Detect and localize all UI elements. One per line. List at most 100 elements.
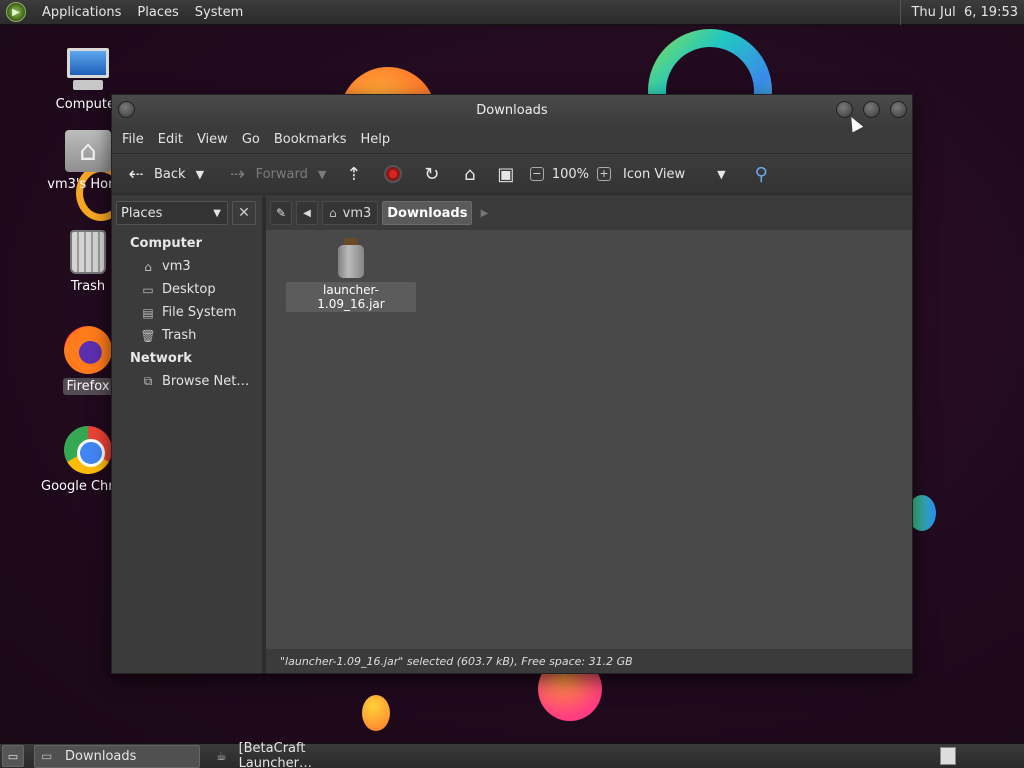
places-heading-computer: Computer	[130, 236, 203, 251]
pencil-icon: ✎	[275, 206, 287, 220]
clock-text: Thu Jul 6, 19:53	[911, 4, 1018, 20]
menu-bookmarks[interactable]: Bookmarks	[267, 132, 354, 147]
menu-file[interactable]: File	[115, 132, 151, 147]
forward-label: Forward	[255, 166, 308, 182]
applications-menu[interactable]: Applications	[34, 5, 129, 20]
clock[interactable]: Thu Jul 6, 19:53	[900, 0, 1024, 25]
chevron-right-icon: ▶	[480, 207, 489, 219]
sidebar-item-label: Desktop	[162, 282, 216, 297]
back-history-dropdown-icon[interactable]: ▼	[196, 168, 210, 181]
task-betacraft[interactable]: ☕ [BetaCraft Launcher…	[210, 741, 376, 768]
wallpaper-orb-small	[362, 695, 390, 731]
maximize-button[interactable]	[863, 101, 880, 118]
computer-icon: ▣	[497, 163, 515, 185]
zoom-out-button[interactable]: −	[522, 159, 552, 189]
zoom-in-button[interactable]: +	[589, 159, 619, 189]
task-downloads[interactable]: ▭ Downloads	[34, 744, 200, 768]
search-button[interactable]: ⚲	[745, 159, 777, 189]
sidebar-item-label: Browse Net…	[162, 374, 250, 389]
file-name: launcher-1.09_16.jar	[286, 282, 416, 312]
chevron-left-icon: ◀	[303, 207, 311, 219]
menu-edit[interactable]: Edit	[151, 132, 190, 147]
view-mode-select[interactable]: Icon View ▼	[619, 159, 735, 189]
show-desktop-button[interactable]: ▭	[2, 745, 24, 767]
places-menu[interactable]: Places	[129, 5, 186, 20]
system-menu[interactable]: System	[187, 5, 251, 20]
jar-file-icon	[336, 238, 366, 278]
stop-icon	[383, 165, 402, 183]
chevron-down-icon: ▼	[213, 207, 221, 219]
menu-view[interactable]: View	[190, 132, 235, 147]
window-menu-button[interactable]	[118, 101, 135, 118]
view-mode-label: Icon View	[623, 166, 686, 182]
desktop-icon: ▭	[7, 749, 19, 763]
sidebar-item-vm3[interactable]: ⌂ vm3	[112, 255, 262, 278]
edit-location-button[interactable]: ✎	[270, 201, 292, 225]
statusbar: "launcher-1.09_16.jar" selected (603.7 k…	[266, 649, 912, 673]
sidebar-item-desktop[interactable]: ▭ Desktop	[112, 278, 262, 301]
reload-icon: ↻	[424, 163, 440, 185]
java-app-icon: ☕	[216, 749, 227, 763]
breadcrumb-vm3[interactable]: ⌂ vm3	[322, 201, 379, 225]
home-folder-icon: ⌂	[329, 206, 337, 220]
task-label: Downloads	[65, 748, 137, 764]
trash-icon	[70, 230, 106, 274]
breadcrumb-downloads[interactable]: Downloads	[382, 201, 473, 225]
forward-button[interactable]: ⇢ Forward ▼	[222, 159, 336, 189]
desktop-icon-label: Firefox	[63, 378, 113, 395]
sidebar-selector-label: Places	[121, 205, 163, 221]
search-icon: ⚲	[754, 163, 768, 185]
stop-button[interactable]	[370, 159, 416, 189]
menu-go[interactable]: Go	[235, 132, 267, 147]
computer-button[interactable]: ▣	[490, 159, 522, 189]
path-scroll-right-button[interactable]: ▶	[476, 201, 492, 225]
chevron-down-icon: ▼	[717, 167, 726, 181]
sidebar-item-trash[interactable]: 🗑 Trash	[112, 324, 262, 347]
window-title: Downloads	[476, 102, 548, 118]
sidebar-selector[interactable]: Places ▼	[116, 201, 228, 225]
reload-button[interactable]: ↻	[416, 159, 448, 189]
up-arrow-icon: ⇡	[346, 163, 362, 185]
task-label: [BetaCraft Launcher…	[238, 741, 312, 768]
back-label: Back	[154, 166, 186, 182]
path-scroll-left-button[interactable]: ◀	[296, 201, 318, 225]
applications-logo-icon[interactable]: ▶	[6, 2, 26, 22]
network-icon: ⧉	[143, 374, 153, 388]
toolbar: ⇠ Back ▼ ⇢ Forward ▼ ⇡ ↻ ⌂ ▣ − 100% + Ic…	[112, 153, 912, 195]
sidebar-item-label: vm3	[162, 259, 191, 274]
sidebar: Places ▼ ✕ Computer ⌂ vm3 ▭ Desktop ▤ Fi…	[112, 196, 262, 673]
menu-help[interactable]: Help	[353, 132, 397, 147]
trash-icon: 🗑	[140, 328, 156, 343]
sidebar-item-browse-network[interactable]: ⧉ Browse Net…	[112, 370, 262, 393]
desktop-folder-icon: ▭	[142, 282, 154, 297]
home-folder-icon	[65, 130, 111, 172]
close-button[interactable]	[890, 101, 907, 118]
workspace-switcher[interactable]	[940, 747, 956, 765]
chrome-icon	[64, 426, 112, 474]
window-titlebar[interactable]: Downloads	[112, 95, 912, 125]
file-item[interactable]: launcher-1.09_16.jar	[286, 238, 416, 312]
menubar: File Edit View Go Bookmarks Help	[112, 125, 912, 153]
close-icon: ✕	[238, 205, 250, 221]
drive-icon: ▤	[142, 305, 154, 320]
zoom-in-icon: +	[597, 167, 612, 181]
back-button[interactable]: ⇠ Back ▼	[120, 159, 214, 189]
computer-icon	[65, 46, 111, 92]
status-text: "launcher-1.09_16.jar" selected (603.7 k…	[280, 654, 633, 668]
zoom-out-icon: −	[529, 167, 544, 181]
close-sidebar-button[interactable]: ✕	[232, 201, 256, 225]
home-button[interactable]: ⌂	[454, 159, 486, 189]
home-folder-icon: ⌂	[144, 259, 152, 274]
file-icon-view[interactable]: launcher-1.09_16.jar	[266, 230, 912, 649]
minimize-button[interactable]	[836, 101, 853, 118]
zoom-level[interactable]: 100%	[552, 167, 589, 182]
location-bar: ✎ ◀ ⌂ vm3 Downloads ▶	[266, 196, 912, 230]
up-button[interactable]: ⇡	[338, 159, 370, 189]
forward-history-dropdown-icon[interactable]: ▼	[318, 168, 332, 181]
back-arrow-icon: ⇠	[128, 163, 144, 185]
places-list: Computer ⌂ vm3 ▭ Desktop ▤ File System 🗑…	[112, 232, 262, 393]
top-panel: ▶ Applications Places System Thu Jul 6, …	[0, 0, 1024, 25]
content-area: Places ▼ ✕ Computer ⌂ vm3 ▭ Desktop ▤ Fi…	[112, 196, 912, 673]
sidebar-item-file-system[interactable]: ▤ File System	[112, 301, 262, 324]
breadcrumb-label: vm3	[342, 205, 372, 221]
